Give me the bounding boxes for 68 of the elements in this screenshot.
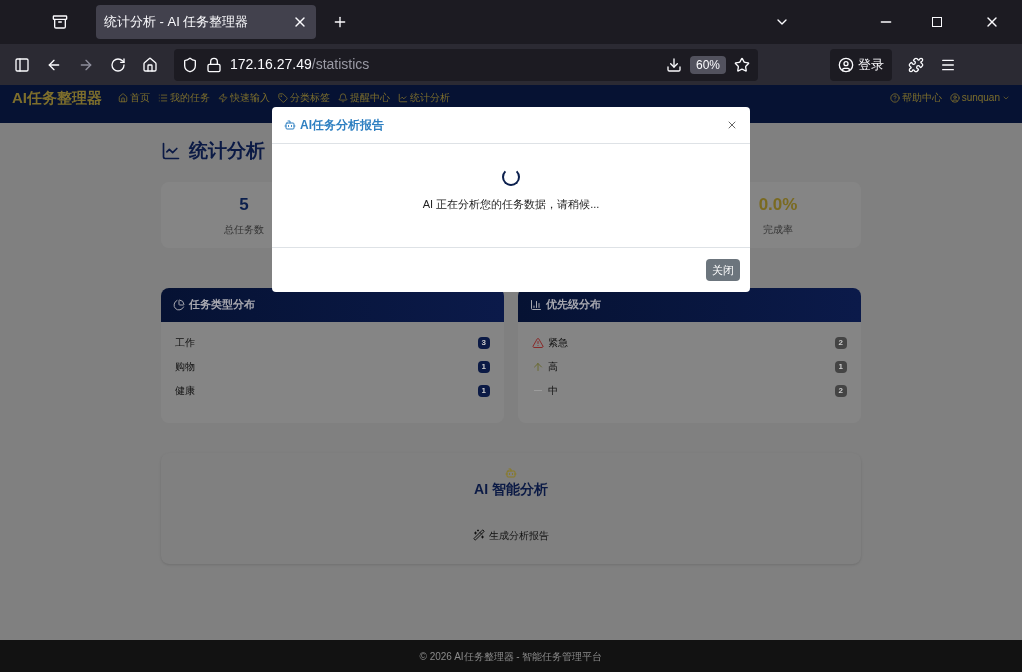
stat-value: 0.0% — [758, 194, 798, 217]
nav-link[interactable]: 提醒中心 — [338, 92, 390, 104]
chart-icon — [161, 141, 181, 162]
login-button[interactable]: 登录 — [830, 48, 892, 81]
help-icon — [889, 93, 900, 103]
page-title: 统计分析 — [189, 139, 265, 163]
home-icon[interactable] — [142, 56, 158, 73]
pie-chart-icon — [173, 298, 185, 311]
category-label: 中 — [548, 384, 558, 398]
star-icon[interactable] — [734, 56, 750, 73]
download-icon[interactable] — [665, 56, 682, 73]
nav-link[interactable]: 统计分析 — [398, 92, 450, 104]
generate-report-button[interactable]: 生成分析报告 — [473, 527, 549, 543]
help-link[interactable]: 帮助中心 — [889, 89, 942, 104]
category-label: 高 — [548, 360, 558, 374]
category-label: 紧急 — [548, 336, 568, 350]
stat-label: 总任务数 — [224, 222, 264, 237]
brand-logo[interactable]: AI任务整理器 — [12, 89, 102, 107]
nav-link[interactable]: 首页 — [118, 92, 150, 104]
warning-icon — [532, 336, 544, 349]
tab-list-icon[interactable] — [52, 14, 68, 30]
extensions-icon[interactable] — [908, 56, 924, 73]
lightning-icon — [218, 93, 228, 103]
modal-title: AI任务分析报告 — [300, 117, 384, 134]
stat-label: 完成率 — [763, 222, 793, 237]
magic-wand-icon — [473, 529, 485, 541]
shield-icon[interactable] — [182, 56, 198, 73]
count-badge: 2 — [834, 336, 847, 349]
count-badge: 1 — [477, 384, 490, 397]
close-button[interactable]: 关闭 — [706, 258, 740, 282]
browser-tab[interactable]: 统计分析 - AI 任务整理器 — [96, 5, 316, 39]
home-icon — [118, 93, 128, 103]
count-badge: 1 — [834, 360, 847, 373]
user-icon — [949, 93, 960, 103]
new-tab-icon[interactable] — [332, 14, 348, 30]
count-badge: 2 — [834, 384, 847, 397]
caret-icon — [1002, 94, 1010, 102]
reload-icon[interactable] — [110, 56, 126, 73]
count-badge: 1 — [477, 360, 490, 373]
bell-icon — [338, 93, 348, 103]
account-icon — [838, 56, 854, 73]
lock-icon[interactable] — [206, 56, 222, 73]
url-text: 172.16.27.49/statistics — [230, 55, 370, 74]
bar-chart-icon — [530, 298, 542, 311]
nav-link[interactable]: 快速输入 — [218, 92, 270, 104]
zoom-badge[interactable]: 60% — [689, 55, 726, 74]
category-label: 购物 — [175, 360, 195, 374]
sidebar-icon[interactable] — [14, 56, 30, 73]
nav-link[interactable]: 我的任务 — [158, 92, 210, 104]
count-badge: 3 — [477, 336, 490, 349]
stat-value: 5 — [239, 194, 249, 217]
chart-icon — [398, 93, 408, 103]
category-label: 工作 — [175, 336, 195, 350]
url-field[interactable]: 172.16.27.49/statistics 60% — [174, 48, 758, 81]
ai-title: AI 智能分析 — [474, 479, 548, 499]
tag-icon — [278, 93, 288, 103]
footer-text: © 2026 AI任务整理器 - 智能任务管理平台 — [419, 649, 603, 664]
card-title: 优先级分布 — [546, 297, 601, 313]
maximize-icon[interactable] — [932, 17, 942, 27]
nav-link[interactable]: 分类标签 — [278, 92, 330, 104]
user-menu[interactable]: sunquan — [949, 89, 1010, 104]
list-icon — [158, 93, 168, 103]
category-label: 健康 — [175, 384, 195, 398]
robot-icon — [505, 466, 517, 479]
robot-icon — [284, 119, 296, 131]
loading-message: AI 正在分析您的任务数据，请稍候... — [422, 197, 600, 212]
card-title: 任务类型分布 — [189, 297, 255, 313]
arrow-up-icon — [532, 360, 544, 373]
